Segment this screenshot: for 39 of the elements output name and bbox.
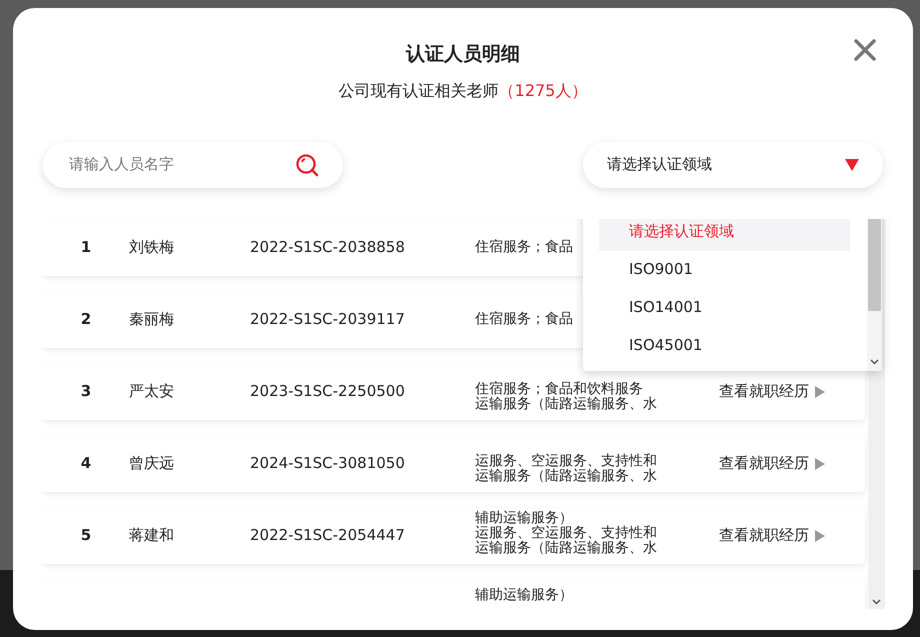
row-number: 3	[80, 382, 92, 400]
search-icon[interactable]	[295, 152, 319, 176]
service-scope: 辅助运输服务） 运服务、空运服务、支持性和 运输服务（陆路运输服务、水	[475, 510, 657, 556]
dropdown-option[interactable]: ISO45001	[599, 326, 850, 364]
service-scope: 住宿服务；食品和饮料服务 运输服务（陆路运输服务、水	[475, 382, 657, 412]
certificate-number: 2022-S1SC-2039117	[250, 310, 405, 328]
service-scope: 住宿服务；食品	[475, 312, 573, 327]
close-icon[interactable]	[853, 38, 877, 62]
person-name: 曾庆远	[129, 454, 174, 472]
dropdown-option[interactable]: 请选择认证领域	[599, 218, 850, 250]
subtitle-text: 公司现有认证相关老师	[338, 80, 499, 100]
domain-select[interactable]: 请选择认证领域	[583, 142, 883, 188]
dialog-title: 认证人员明细	[406, 42, 520, 67]
row-number: 5	[80, 526, 92, 544]
dropdown-option[interactable]: ISO9001	[599, 250, 850, 288]
play-icon	[815, 530, 825, 542]
row-number: 4	[80, 454, 92, 472]
search-field[interactable]: 请输入人员名字	[67, 152, 295, 177]
person-name: 蒋建和	[129, 526, 174, 544]
certificate-number: 2022-S1SC-2054447	[250, 526, 405, 544]
count-text: （1275人）	[498, 80, 588, 100]
certificate-number: 2024-S1SC-3081050	[250, 454, 405, 472]
certificate-number: 2023-S1SC-2250500	[250, 382, 405, 400]
view-history-link[interactable]: 查看就职经历	[719, 524, 825, 547]
person-name: 严太安	[129, 382, 174, 400]
person-name: 刘铁梅	[129, 238, 174, 256]
play-icon	[815, 458, 825, 470]
play-icon	[815, 386, 825, 398]
service-scope: 辅助运输服务）	[475, 588, 573, 602]
scrollbar[interactable]	[867, 218, 882, 370]
service-scope: 运服务、空运服务、支持性和 运输服务（陆路运输服务、水	[475, 454, 657, 484]
service-scope: 住宿服务；食品	[475, 240, 573, 255]
person-name: 秦丽梅	[129, 310, 174, 328]
dropdown-option[interactable]: ISO14001	[599, 288, 850, 326]
view-history-link[interactable]: 查看就职经历	[719, 452, 825, 475]
certificate-number: 2022-S1SC-2038858	[250, 238, 405, 256]
row-number: 2	[80, 310, 92, 328]
view-history-link[interactable]: 查看就职经历	[719, 380, 825, 403]
row-number: 1	[80, 238, 92, 256]
